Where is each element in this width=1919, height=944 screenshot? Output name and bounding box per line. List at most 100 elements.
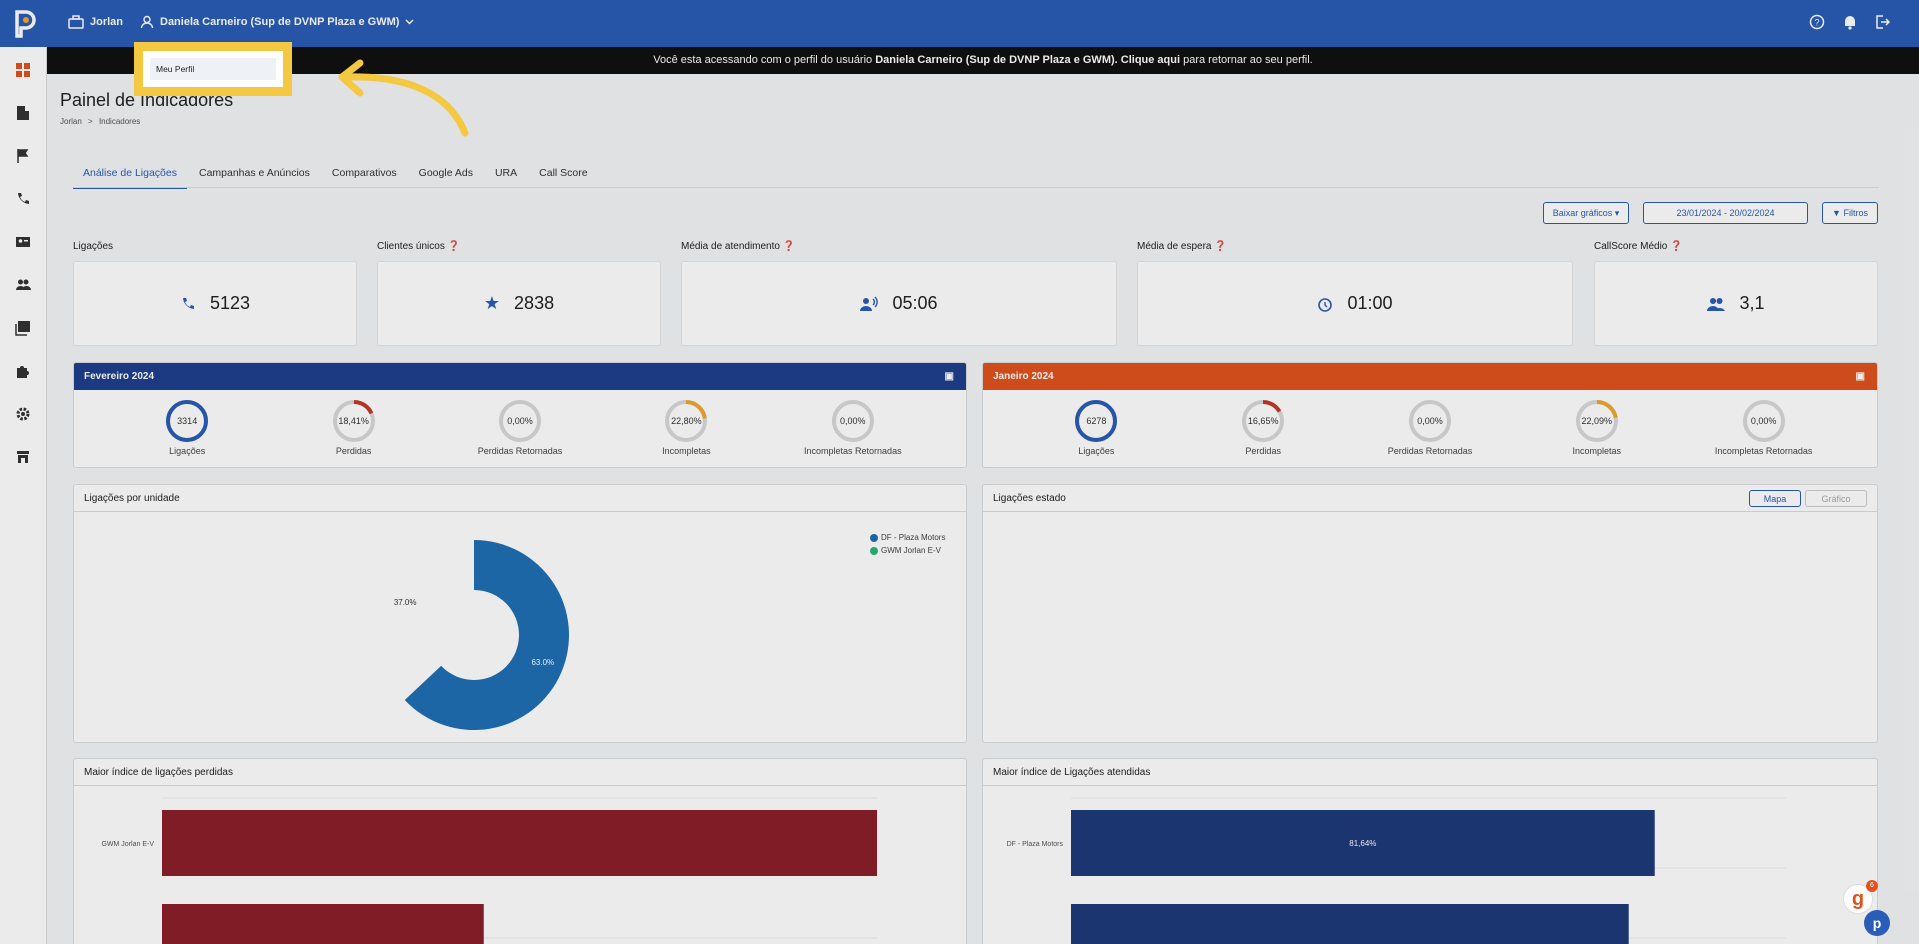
meu-perfil-menu-item[interactable]: Meu Perfil [150, 58, 276, 80]
tab-analise-ligacoes[interactable]: Análise de Ligações [73, 165, 187, 189]
logout-icon[interactable] [1873, 13, 1891, 31]
gauge-value: 18,41% [338, 416, 369, 426]
category-label: DF - Plaza Motors [1007, 841, 1064, 848]
kpi-card-media-atendimento: 05:06 [681, 261, 1117, 346]
kpi-label-callscore: CallScore Médio ❓ [1594, 241, 1683, 252]
alarm-icon [1318, 297, 1333, 312]
puzzle-icon[interactable] [15, 363, 31, 379]
people-icon [1707, 297, 1726, 311]
kpi-label-clientes: Clientes únicos ❓ [377, 241, 460, 252]
impersonation-banner: Você esta acessando com o perfil do usuá… [47, 47, 1919, 74]
app-logo[interactable] [10, 8, 40, 40]
gauge: 22,80% Incompletas [621, 398, 751, 456]
info-icon[interactable]: ❓ [783, 241, 795, 252]
building-icon[interactable] [15, 105, 31, 121]
calendar-icon[interactable]: ▣ [1856, 363, 1865, 390]
kpi-label-atendimento-text: Média de atendimento [681, 241, 780, 252]
kpi-label-callscore-text: CallScore Médio [1594, 241, 1668, 252]
legend-label: GWM Jorlan E-V [881, 546, 942, 555]
gauge-label: Perdidas Retornadas [1387, 446, 1473, 456]
period-panel-janeiro: Janeiro 2024 ▣ 6278 Ligações 16,65% Perdida… [982, 362, 1878, 468]
info-icon[interactable]: ❓ [1670, 241, 1682, 252]
return-profile-link[interactable]: Clique aqui [1121, 54, 1180, 66]
tab-call-score[interactable]: Call Score [529, 165, 597, 189]
briefcase-icon [68, 15, 84, 29]
panel-title: Ligações por unidade [74, 485, 966, 512]
library-icon[interactable] [15, 320, 31, 336]
tab-ura[interactable]: URA [485, 165, 527, 189]
banner-suffix: para retornar ao seu perfil. [1183, 54, 1313, 66]
store-icon[interactable] [15, 449, 31, 465]
svg-text:?: ? [1814, 18, 1819, 28]
sidebar [0, 47, 47, 944]
contact-card-icon[interactable] [15, 234, 31, 250]
kpi-value-media-atendimento: 05:06 [892, 293, 938, 313]
bell-icon[interactable] [1841, 13, 1859, 31]
filters-button[interactable]: ▼ Filtros [1822, 202, 1878, 224]
donut-hole [429, 590, 519, 680]
gauge-label: Incompletas Retornadas [804, 446, 902, 456]
panel-ligacoes-por-unidade: Ligações por unidade 63.0% 37.0% DF - Pla… [73, 484, 967, 743]
info-icon[interactable]: ❓ [1214, 241, 1226, 252]
legend-item[interactable]: GWM Jorlan E-V [870, 546, 945, 555]
gauge: 6278 Ligações [1031, 398, 1161, 456]
gauge-value: 3314 [177, 416, 198, 426]
bar [1071, 904, 1629, 944]
tab-comparativos[interactable]: Comparativos [322, 165, 407, 189]
bar [162, 810, 877, 876]
bar-value-label: 81,64% [1349, 839, 1376, 848]
gauge: 0,00% Incompletas Retornadas [788, 398, 918, 456]
gauge-value: 6278 [1086, 416, 1107, 426]
gauge-label: Incompletas Retornadas [1714, 446, 1813, 456]
map-button[interactable]: Mapa [1749, 490, 1801, 507]
info-icon[interactable]: ❓ [448, 241, 460, 252]
pie-label: 63.0% [531, 658, 554, 667]
calendar-icon[interactable]: ▣ [945, 363, 954, 390]
kpi-label-espera-text: Média de espera [1137, 241, 1212, 252]
company-selector[interactable]: Jorlan [68, 15, 123, 29]
bar [162, 904, 484, 944]
users-icon[interactable] [15, 277, 31, 293]
gauge-label: Incompletas [1572, 446, 1622, 456]
gauge-label: Perdidas Retornadas [477, 446, 563, 456]
date-range-picker[interactable]: 23/01/2024 - 20/02/2024 [1643, 202, 1808, 224]
kpi-value-ligacoes: 5123 [209, 293, 251, 313]
panel-ligacoes-estado: Ligações estado Mapa Gráfico [982, 484, 1878, 743]
breadcrumb-item-indicadores: Indicadores [98, 117, 141, 126]
tab-google-ads[interactable]: Google Ads [409, 165, 483, 189]
tab-bar: Análise de Ligações Campanhas e Anúncios… [73, 165, 600, 189]
dashboard-icon[interactable] [15, 62, 31, 78]
bar-chart-perdidas: GWM Jorlan E-V [101, 797, 877, 944]
chat-widget[interactable]: p [1864, 910, 1890, 936]
pie-label: 37.0% [394, 598, 417, 607]
user-menu-toggle[interactable]: Daniela Carneiro (Sup de DVNP Plaza e GW… [140, 15, 414, 29]
company-name: Jorlan [90, 16, 124, 28]
kpi-label-media-atendimento: Média de atendimento ❓ [681, 241, 795, 252]
gauge-label: Incompletas [662, 446, 711, 456]
kpi-card-ligacoes: 5123 [73, 261, 357, 346]
gauge-value: 22,09% [1581, 416, 1613, 426]
kpi-value-clientes: 2838 [514, 293, 555, 313]
phone-icon[interactable] [15, 191, 31, 207]
gauge-value: 0,00% [507, 416, 533, 426]
tab-campanhas[interactable]: Campanhas e Anúncios [189, 165, 320, 189]
gauge: 3314 Ligações [122, 398, 252, 456]
kpi-value-media-espera: 01:00 [1347, 293, 1393, 313]
voice-icon [860, 296, 879, 311]
filter-icon: ▼ [1832, 208, 1844, 218]
date-range-value: 23/01/2024 - 20/02/2024 [1676, 208, 1775, 218]
legend-item[interactable]: DF - Plaza Motors [870, 533, 945, 542]
download-charts-label: Baixar gráficos [1552, 208, 1613, 218]
chart-button[interactable]: Gráfico [1805, 490, 1867, 507]
kpi-label-media-espera: Média de espera ❓ [1137, 241, 1227, 252]
gauge-value: 0,00% [840, 416, 866, 426]
banner-user: Daniela Carneiro (Sup de DVNP Plaza e GW… [875, 54, 1118, 66]
download-charts-button[interactable]: Baixar gráficos ▾ [1543, 202, 1629, 224]
support-icon[interactable]: ? [1808, 13, 1826, 31]
gauge: 18,41% Perdidas [289, 398, 419, 456]
flag-icon[interactable] [15, 148, 31, 164]
user-dropdown-menu: Meu Perfil [134, 42, 292, 96]
gear-icon[interactable] [15, 406, 31, 422]
breadcrumb-item-jorlan[interactable]: Jorlan [60, 117, 82, 126]
category-label: GWM Jorlan E-V [101, 841, 154, 848]
